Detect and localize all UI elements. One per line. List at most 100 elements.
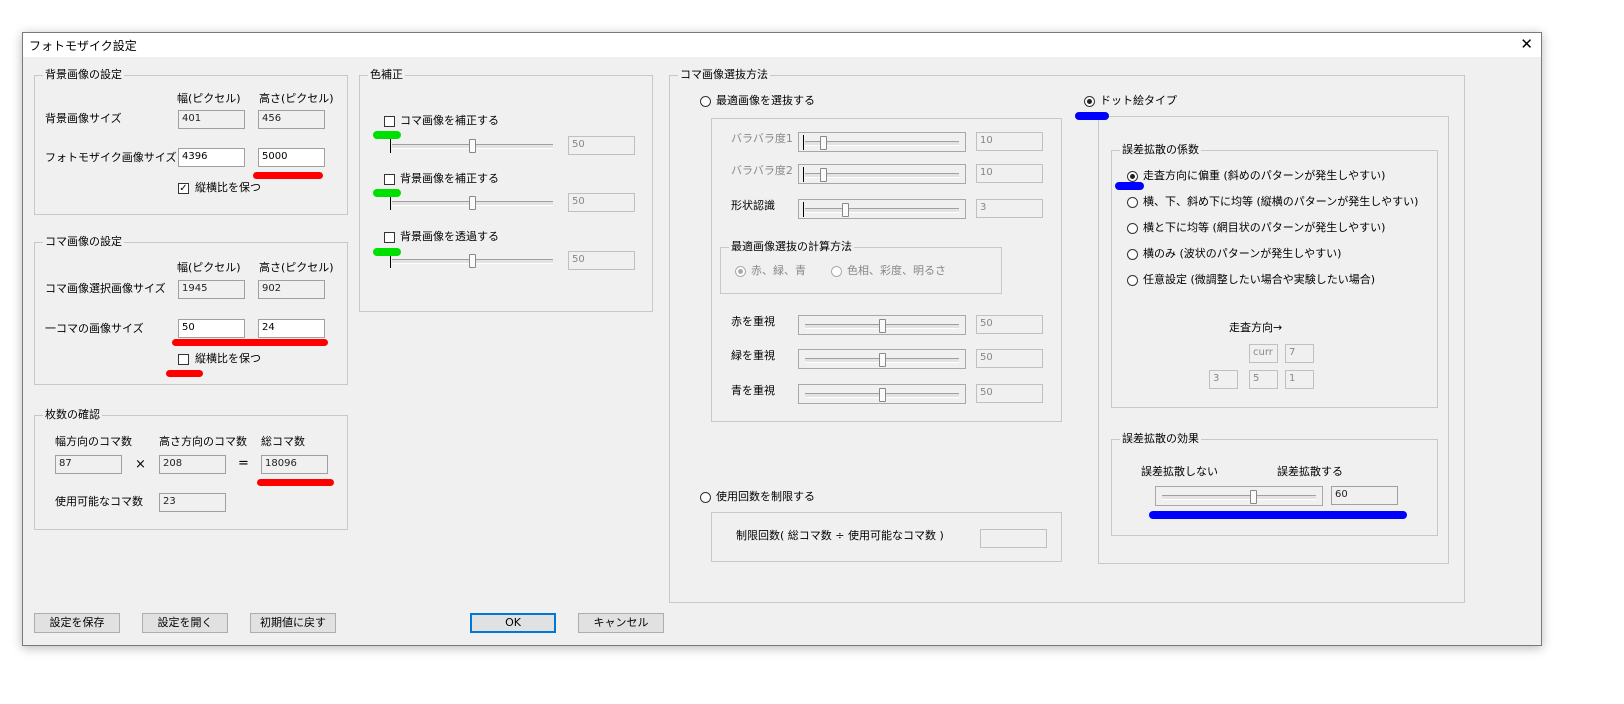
limit-usage-radio[interactable] [700, 492, 711, 503]
red-highlight-mark [253, 172, 323, 179]
usable-count-field: 23 [159, 493, 226, 512]
scatter2-label: バラバラ度2 [731, 164, 793, 177]
optimal-radio[interactable] [700, 96, 711, 107]
dialog-title: フォトモザイク設定 [29, 39, 137, 53]
dot-type-radio[interactable] [1084, 96, 1095, 107]
save-settings-button[interactable]: 設定を保存 [34, 613, 120, 633]
transparent-bg-slider[interactable] [386, 251, 559, 271]
error-effect-group: 誤差拡散の効果 誤差拡散しない 誤差拡散する 60 [1111, 432, 1438, 536]
times-symbol: × [135, 457, 146, 472]
ok-button[interactable]: OK [470, 613, 556, 633]
transparent-bg-value: 50 [568, 251, 635, 270]
coef-option-2-label: 横、下、斜め下に均等 (縦横のパターンが発生しやすい) [1143, 195, 1419, 208]
total-count-label: 総コマ数 [261, 435, 305, 448]
usable-count-label: 使用可能なコマ数 [55, 495, 143, 508]
count-check-group-label: 枚数の確認 [43, 408, 102, 422]
bg-keep-aspect-checkbox[interactable]: ✓ [178, 183, 189, 194]
calc-rgb-label: 赤、緑、青 [751, 264, 806, 277]
calc-hsv-label: 色相、彩度、明るさ [847, 264, 946, 277]
dot-type-panel: 誤差拡散の係数 走査方向に偏重 (斜めのパターンが発生しやすい) 横、下、斜め下… [1098, 116, 1449, 564]
blue-highlight-mark [1115, 182, 1144, 190]
correct-bg-label: 背景画像を補正する [400, 172, 499, 185]
optimal-radio-label: 最適画像を選抜する [716, 94, 815, 107]
bg-size-label: 背景画像サイズ [45, 112, 122, 125]
matrix-curr-field: curr [1249, 344, 1278, 363]
reset-defaults-button[interactable]: 初期値に戻す [250, 613, 336, 633]
tile-height-input[interactable]: 24 [258, 319, 325, 338]
error-coef-group: 誤差拡散の係数 走査方向に偏重 (斜めのパターンが発生しやすい) 横、下、斜め下… [1111, 143, 1438, 408]
bg-height-field: 456 [258, 110, 325, 129]
red-weight-slider[interactable] [798, 315, 966, 335]
cancel-button[interactable]: キャンセル [578, 613, 664, 633]
coef-option-4-radio[interactable] [1127, 249, 1138, 260]
scatter1-value: 10 [976, 132, 1043, 151]
title-bar: フォトモザイク設定 ✕ [23, 33, 1541, 57]
scatter2-slider[interactable] [798, 164, 966, 184]
red-highlight-mark [166, 370, 203, 377]
blue-weight-slider[interactable] [798, 384, 966, 404]
color-correction-group: 色補正 コマ画像を補正する 50 背景画像を補正する 50 背景画像を透過する … [359, 68, 653, 312]
green-highlight-mark [373, 131, 401, 139]
mosaic-width-input[interactable]: 4396 [178, 148, 245, 167]
transparent-bg-checkbox[interactable] [384, 232, 395, 243]
tile-keep-aspect-checkbox[interactable] [178, 354, 189, 365]
green-highlight-mark [373, 248, 401, 256]
correct-bg-slider[interactable] [386, 193, 559, 213]
correct-bg-value: 50 [568, 193, 635, 212]
tile-height-column-header: 高さ(ピクセル) [259, 261, 334, 274]
correct-bg-checkbox[interactable] [384, 174, 395, 185]
red-weight-label: 赤を重視 [731, 315, 775, 328]
calc-method-group-label: 最適画像選抜の計算方法 [729, 240, 854, 254]
limit-formula-label: 制限回数( 総コマ数 ÷ 使用可能なコマ数 ) [736, 529, 944, 542]
selection-method-group-label: コマ画像選抜方法 [678, 68, 770, 82]
close-icon[interactable]: ✕ [1520, 35, 1533, 53]
limit-panel: 制限回数( 総コマ数 ÷ 使用可能なコマ数 ) [711, 512, 1062, 562]
tile-image-group-label: コマ画像の設定 [43, 235, 124, 249]
scatter1-slider[interactable] [798, 132, 966, 152]
bg-width-field: 401 [178, 110, 245, 129]
select-height-field: 902 [258, 280, 325, 299]
tile-width-input[interactable]: 50 [178, 319, 245, 338]
mosaic-height-input[interactable]: 5000 [258, 148, 325, 167]
bg-width-column-header: 幅(ピクセル) [177, 92, 241, 105]
error-coef-group-label: 誤差拡散の係数 [1120, 143, 1201, 157]
correct-tile-label: コマ画像を補正する [400, 114, 499, 127]
equals-symbol: = [238, 456, 249, 471]
calc-rgb-radio[interactable] [735, 266, 746, 277]
green-weight-value: 50 [976, 349, 1043, 368]
vertical-count-label: 高さ方向のコマ数 [159, 435, 247, 448]
scatter2-value: 10 [976, 164, 1043, 183]
optimal-params-panel: バラバラ度1 10 バラバラ度2 10 形状認識 3 最適画像選抜の計算方法 赤… [711, 118, 1062, 422]
open-settings-button[interactable]: 設定を開く [142, 613, 228, 633]
green-highlight-mark [373, 189, 401, 197]
coef-option-5-radio[interactable] [1127, 275, 1138, 286]
coef-option-3-radio[interactable] [1127, 223, 1138, 234]
red-weight-value: 50 [976, 315, 1043, 334]
shape-recognition-value: 3 [976, 199, 1043, 218]
coef-option-1-label: 走査方向に偏重 (斜めのパターンが発生しやすい) [1143, 169, 1386, 182]
blue-weight-value: 50 [976, 384, 1043, 403]
correct-tile-checkbox[interactable] [384, 116, 395, 127]
blue-highlight-mark [1075, 112, 1109, 120]
count-check-group: 枚数の確認 幅方向のコマ数 高さ方向のコマ数 総コマ数 87 × 208 = 1… [34, 408, 348, 530]
select-width-field: 1945 [178, 280, 245, 299]
no-diffusion-label: 誤差拡散しない [1141, 465, 1218, 478]
scatter1-label: バラバラ度1 [731, 132, 793, 145]
correct-tile-slider[interactable] [386, 136, 559, 156]
vertical-count-field: 208 [159, 455, 226, 474]
background-image-group-label: 背景画像の設定 [43, 68, 124, 82]
tile-image-group: コマ画像の設定 幅(ピクセル) 高さ(ピクセル) コマ画像選択画像サイズ 194… [34, 235, 348, 385]
green-weight-slider[interactable] [798, 349, 966, 369]
error-effect-slider[interactable] [1155, 486, 1323, 506]
coef-option-1-radio[interactable] [1127, 171, 1138, 182]
shape-recognition-slider[interactable] [798, 199, 966, 219]
calc-hsv-radio[interactable] [831, 266, 842, 277]
error-effect-group-label: 誤差拡散の効果 [1120, 432, 1201, 446]
limit-value-field [980, 529, 1047, 548]
background-image-group: 背景画像の設定 幅(ピクセル) 高さ(ピクセル) 背景画像サイズ 401 456… [34, 68, 348, 215]
coef-option-2-radio[interactable] [1127, 197, 1138, 208]
coef-option-4-label: 横のみ (波状のパターンが発生しやすい) [1143, 247, 1342, 260]
photomosaic-settings-dialog: フォトモザイク設定 ✕ 背景画像の設定 幅(ピクセル) 高さ(ピクセル) 背景画… [22, 32, 1542, 646]
shape-recognition-label: 形状認識 [731, 199, 775, 212]
red-highlight-mark [172, 339, 328, 346]
